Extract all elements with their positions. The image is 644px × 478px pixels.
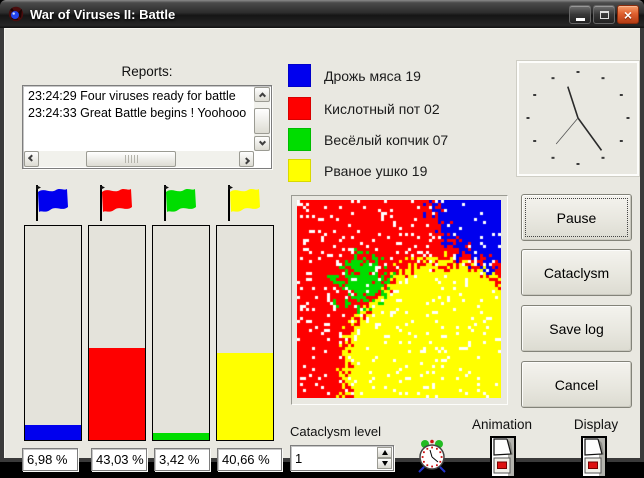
title-bar[interactable]: War of Viruses II: Battle × — [0, 0, 644, 28]
animation-toggle-switch[interactable] — [490, 436, 516, 478]
reports-label: Reports: — [22, 64, 272, 79]
animation-label: Animation — [472, 417, 532, 432]
bar-fill — [25, 425, 81, 440]
virus-population-bar — [88, 225, 146, 441]
report-lines: 23:24:29 Four viruses ready for battle 2… — [24, 87, 253, 150]
bar-fill — [217, 353, 273, 440]
legend-swatch — [288, 64, 311, 87]
alarm-clock-icon — [415, 439, 449, 474]
flag-icon — [31, 183, 71, 223]
display-label: Display — [566, 417, 626, 432]
close-icon: × — [624, 8, 632, 22]
client-area: Reports: 23:24:29 Four viruses ready for… — [4, 28, 640, 458]
scroll-left-button[interactable] — [24, 151, 39, 167]
app-icon — [8, 6, 24, 22]
legend-label: Весёлый копчик 07 — [324, 132, 448, 148]
legend-swatch — [288, 97, 311, 120]
pause-button[interactable]: Pause — [521, 194, 632, 241]
cataclysm-button[interactable]: Cataclysm — [521, 249, 632, 296]
horizontal-scroll-thumb[interactable] — [86, 151, 176, 167]
virus-population-bar — [24, 225, 82, 441]
bar-fill — [153, 433, 209, 440]
clock-minute-hand — [578, 118, 602, 150]
cataclysm-level-label: Cataclysm level — [290, 424, 381, 439]
vertical-scrollbar[interactable] — [254, 87, 270, 151]
cancel-button[interactable]: Cancel — [521, 361, 632, 408]
virus-population-bar — [216, 225, 274, 441]
chevron-right-icon — [243, 157, 250, 164]
flag-icon — [159, 183, 199, 223]
percent-field: 40,66 % — [217, 448, 282, 471]
cataclysm-level-spinner — [290, 445, 394, 471]
legend-label: Кислотный пот 02 — [324, 101, 440, 117]
horizontal-scrollbar[interactable] — [24, 151, 254, 167]
cataclysm-level-input[interactable] — [291, 446, 376, 470]
report-line: 23:24:33 Great Battle begins ! Yoohooo — [24, 104, 253, 121]
reports-log: 23:24:29 Four viruses ready for battle 2… — [22, 85, 272, 169]
clock-face — [519, 63, 637, 174]
minimize-button[interactable] — [569, 5, 591, 24]
legend-swatch — [288, 159, 311, 182]
minimize-icon — [576, 18, 585, 21]
legend-label: Рваное ушко 19 — [324, 163, 427, 179]
maximize-icon — [600, 11, 609, 19]
percent-field: 6,98 % — [22, 448, 78, 471]
bar-fill — [89, 348, 145, 440]
scroll-up-button[interactable] — [254, 87, 270, 102]
battle-canvas — [297, 200, 501, 398]
chevron-down-icon — [258, 139, 265, 146]
virus-population-bar — [152, 225, 210, 441]
clock-second-hand — [556, 118, 578, 144]
battle-field-panel — [291, 195, 508, 405]
app-window: War of Viruses II: Battle × Reports: 23:… — [0, 0, 644, 462]
analog-clock — [517, 61, 639, 176]
legend-label: Дрожь мяса 19 — [324, 68, 421, 84]
spinner-down-button[interactable] — [377, 458, 392, 469]
scroll-right-button[interactable] — [239, 151, 254, 167]
legend-swatch — [288, 128, 311, 151]
scroll-down-button[interactable] — [254, 136, 270, 151]
percent-field: 3,42 % — [154, 448, 210, 471]
chevron-up-icon — [258, 92, 265, 99]
display-toggle-switch[interactable] — [581, 436, 607, 478]
report-line: 23:24:29 Four viruses ready for battle — [24, 87, 253, 104]
percent-field: 43,03 % — [91, 448, 147, 471]
clock-hour-hand — [568, 87, 578, 118]
save-log-button[interactable]: Save log — [521, 305, 632, 352]
triangle-up-icon — [382, 450, 388, 455]
grip-icon — [125, 155, 138, 163]
window-title: War of Viruses II: Battle — [30, 7, 175, 22]
maximize-button[interactable] — [593, 5, 615, 24]
flag-icon — [95, 183, 135, 223]
spinner-up-button[interactable] — [377, 447, 392, 458]
close-button[interactable]: × — [617, 5, 639, 24]
vertical-scroll-thumb[interactable] — [254, 108, 270, 134]
chevron-left-icon — [28, 154, 35, 161]
flag-icon — [223, 183, 263, 223]
